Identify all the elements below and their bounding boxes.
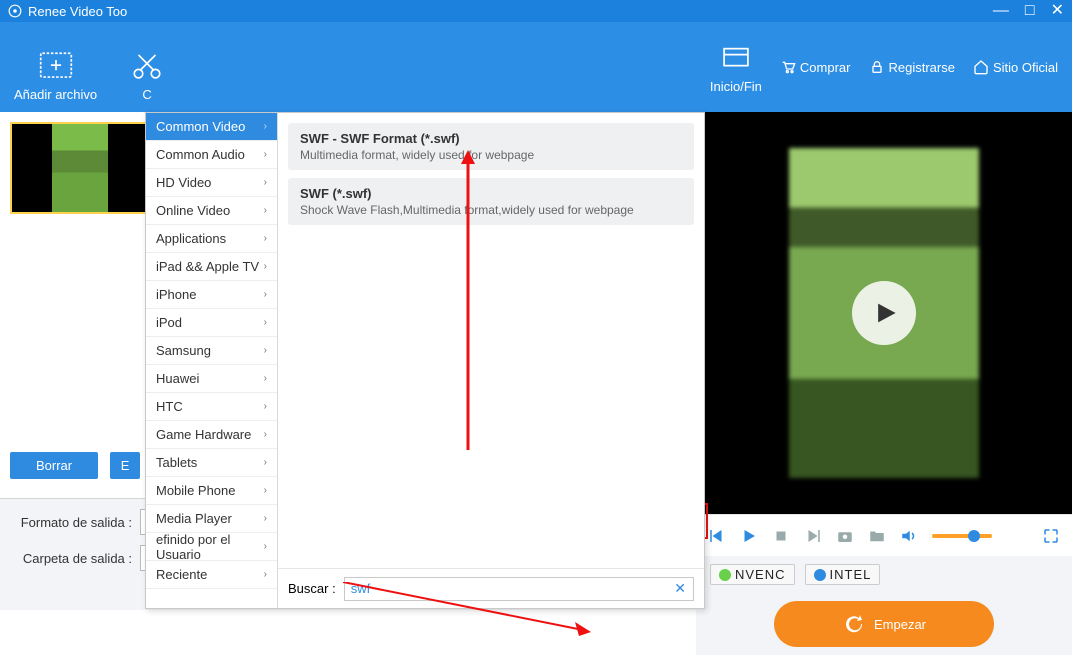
edit-button[interactable]: E (110, 452, 140, 479)
inicio-fin-button[interactable]: Inicio/Fin (710, 41, 762, 94)
cut-button[interactable]: C (127, 49, 167, 102)
video-thumbnail[interactable] (10, 122, 150, 214)
category-item[interactable]: Media Player› (146, 505, 277, 533)
maximize-button[interactable]: □ (1025, 4, 1035, 18)
volume-slider[interactable] (932, 534, 992, 538)
format-search-input[interactable] (344, 577, 695, 601)
format-search-row: Buscar : ✕ (278, 568, 704, 608)
format-category-list[interactable]: Common Video›Common Audio›HD Video›Onlin… (146, 113, 278, 608)
search-label: Buscar : (288, 581, 336, 596)
add-file-icon (36, 49, 76, 83)
start-label: Empezar (874, 617, 926, 632)
official-site-link[interactable]: Sitio Oficial (973, 59, 1058, 75)
nvenc-badge: NVENC (710, 564, 795, 585)
minimize-button[interactable]: — (993, 4, 1009, 18)
fullscreen-icon[interactable] (1042, 527, 1060, 545)
category-item[interactable]: Tablets› (146, 449, 277, 477)
chevron-right-icon: › (264, 373, 267, 384)
app-title: Renee Video Too (28, 4, 127, 19)
intel-badge: INTEL (805, 564, 881, 585)
chevron-right-icon: › (264, 177, 267, 188)
chevron-right-icon: › (264, 261, 267, 272)
category-item[interactable]: Online Video› (146, 197, 277, 225)
chevron-right-icon: › (264, 345, 267, 356)
chevron-right-icon: › (264, 317, 267, 328)
add-file-label: Añadir archivo (14, 87, 97, 102)
chevron-right-icon: › (264, 401, 267, 412)
chevron-right-icon: › (264, 121, 267, 132)
category-item[interactable]: Game Hardware› (146, 421, 277, 449)
add-file-button[interactable]: Añadir archivo (14, 49, 97, 102)
chevron-right-icon: › (264, 457, 267, 468)
close-button[interactable]: ✕ (1051, 4, 1064, 18)
player-controls (696, 514, 1072, 556)
output-folder-label: Carpeta de salida : (14, 551, 132, 566)
volume-icon[interactable] (900, 527, 918, 545)
category-item[interactable]: HTC› (146, 393, 277, 421)
inicio-fin-label: Inicio/Fin (710, 79, 762, 94)
snapshot-icon[interactable] (836, 527, 854, 545)
cart-icon (780, 59, 796, 75)
site-label: Sitio Oficial (993, 60, 1058, 75)
delete-button[interactable]: Borrar (10, 452, 98, 479)
category-item[interactable]: efinido por el Usuario› (146, 533, 277, 561)
prev-icon[interactable] (708, 527, 726, 545)
chevron-right-icon: › (264, 485, 267, 496)
stop-icon[interactable] (772, 527, 790, 545)
buy-link[interactable]: Comprar (780, 59, 851, 75)
chevron-right-icon: › (264, 513, 267, 524)
output-format-label: Formato de salida : (14, 515, 132, 530)
app-logo-icon (8, 4, 22, 18)
chevron-right-icon: › (264, 569, 267, 580)
category-item[interactable]: Samsung› (146, 337, 277, 365)
format-option-area: SWF - SWF Format (*.swf)Multimedia forma… (278, 113, 704, 608)
category-item[interactable]: Common Audio› (146, 141, 277, 169)
play-overlay-button[interactable] (852, 281, 916, 345)
next-icon[interactable] (804, 527, 822, 545)
scissors-icon (127, 49, 167, 83)
category-item[interactable]: HD Video› (146, 169, 277, 197)
start-button[interactable]: Empezar (774, 601, 994, 647)
category-item[interactable]: iPad && Apple TV› (146, 253, 277, 281)
title-bar: Renee Video Too — □ ✕ (0, 0, 1072, 22)
play-icon[interactable] (740, 527, 758, 545)
category-item[interactable]: Applications› (146, 225, 277, 253)
encoder-badges: NVENC INTEL (710, 564, 1058, 585)
chevron-right-icon: › (264, 149, 267, 160)
category-item[interactable]: iPod› (146, 309, 277, 337)
chevron-right-icon: › (264, 289, 267, 300)
category-item[interactable]: Common Video› (146, 113, 277, 141)
format-option[interactable]: SWF (*.swf)Shock Wave Flash,Multimedia f… (288, 178, 694, 225)
format-dropdown-panel: Common Video›Common Audio›HD Video›Onlin… (145, 112, 705, 609)
chevron-right-icon: › (264, 429, 267, 440)
register-label: Registrarse (889, 60, 955, 75)
chevron-right-icon: › (264, 541, 267, 552)
search-clear-icon[interactable]: ✕ (674, 580, 694, 597)
category-item[interactable]: Reciente› (146, 561, 277, 589)
category-item[interactable]: Mobile Phone› (146, 477, 277, 505)
home-icon (973, 59, 989, 75)
inout-icon (716, 41, 756, 75)
main-toolbar: Añadir archivo C Inicio/Fin Comprar Regi… (0, 22, 1072, 112)
chevron-right-icon: › (264, 205, 267, 216)
buy-label: Comprar (800, 60, 851, 75)
cut-label: C (142, 87, 151, 102)
format-option[interactable]: SWF - SWF Format (*.swf)Multimedia forma… (288, 123, 694, 170)
lock-icon (869, 59, 885, 75)
category-item[interactable]: iPhone› (146, 281, 277, 309)
folder-icon[interactable] (868, 527, 886, 545)
chevron-right-icon: › (264, 233, 267, 244)
register-link[interactable]: Registrarse (869, 59, 955, 75)
category-item[interactable]: Huawei› (146, 365, 277, 393)
preview-column: NVENC INTEL Empezar (696, 112, 1072, 655)
video-preview[interactable] (696, 112, 1072, 514)
